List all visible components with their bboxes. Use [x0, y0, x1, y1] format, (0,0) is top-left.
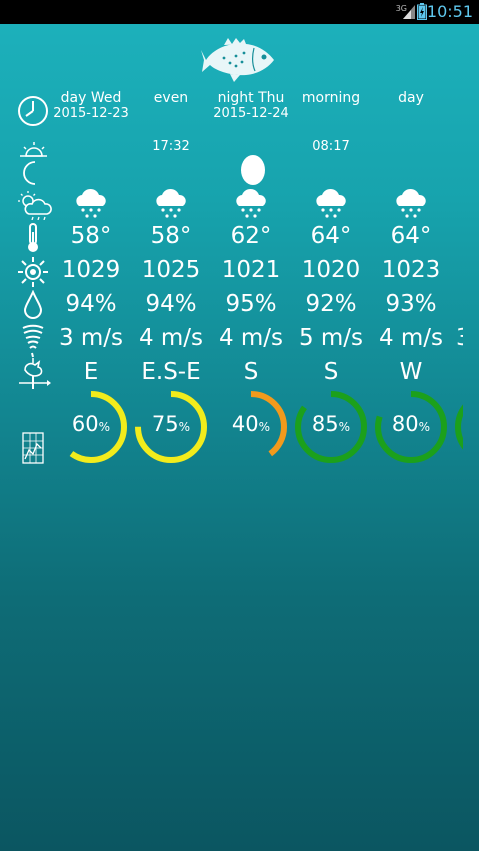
bite-label: 40% [206, 412, 296, 436]
wind-speed-value: 4 m/s [218, 325, 284, 351]
wind-speed-partial-value: 3 [456, 325, 463, 351]
header-label: night Thu [217, 90, 285, 106]
status-bar: 3G 10:51 [0, 0, 479, 24]
bite-value: 40 [231, 412, 259, 436]
humidity-value: 94% [65, 291, 117, 317]
rain-icon [156, 188, 186, 218]
column-header[interactable]: day [366, 90, 456, 106]
column-header[interactable]: day Wed 2015-12-23 [46, 90, 136, 121]
sunset-time: 17:32 [152, 139, 190, 154]
pressure-value: 1020 [301, 257, 361, 283]
bite-unit: % [178, 420, 191, 434]
pressure-value: 1023 [381, 257, 441, 283]
status-time: 10:51 [426, 2, 473, 21]
bite-value: 75 [151, 412, 179, 436]
header-label: even [153, 90, 189, 106]
header-label: day Wed [60, 90, 122, 106]
wind-speed-value: 4 m/s [138, 325, 204, 351]
clock-icon [18, 96, 48, 126]
pressure-icon [18, 257, 48, 287]
thermometer-icon [28, 223, 38, 252]
wind-speed-partial: 3 [456, 325, 463, 351]
bite-unit: % [98, 420, 111, 434]
bite-unit: % [258, 420, 271, 434]
column-header[interactable]: even [126, 90, 216, 106]
rain-icon [396, 188, 426, 218]
bite-unit: % [338, 420, 351, 434]
sunrise-time: 08:17 [312, 139, 350, 154]
temperature-value: 64° [310, 223, 352, 249]
bite-unit: % [418, 420, 431, 434]
header-label: morning [301, 90, 361, 106]
moon-phase-icon [241, 155, 265, 185]
signal-icon [403, 5, 415, 19]
bite-ring-partial [455, 404, 463, 450]
rain-icon [236, 188, 266, 218]
sunrise-sunset-icon [20, 142, 47, 185]
rain-icon [76, 188, 106, 218]
bite-label: 75% [126, 412, 216, 436]
wind-speed-value: 3 m/s [58, 325, 124, 351]
humidity-value: 92% [305, 291, 357, 317]
column-header[interactable]: morning [286, 90, 376, 106]
bite-value: 80 [391, 412, 419, 436]
bite-label: 60% [46, 412, 136, 436]
wind-speed-value: 5 m/s [298, 325, 364, 351]
humidity-value: 95% [225, 291, 277, 317]
temperature-value: 62° [230, 223, 272, 249]
temperature-value: 58° [150, 223, 192, 249]
fish-logo-icon[interactable] [200, 38, 278, 84]
bite-label: 85% [286, 412, 376, 436]
wind-speed-value: 4 m/s [378, 325, 444, 351]
rain-icon [316, 188, 346, 218]
weather-icon [18, 191, 52, 220]
bite-value: 60 [71, 412, 99, 436]
bite-label: 80% [366, 412, 456, 436]
battery-icon [417, 3, 427, 20]
pressure-value: 1021 [221, 257, 281, 283]
header-date: 2015-12-23 [53, 106, 129, 121]
header-label: day [398, 90, 424, 106]
droplet-icon [23, 290, 43, 319]
column-header[interactable]: night Thu 2015-12-24 [206, 90, 296, 121]
header-date: 2015-12-24 [213, 106, 289, 121]
humidity-value: 94% [145, 291, 197, 317]
pressure-value: 1025 [141, 257, 201, 283]
tornado-icon [22, 324, 44, 358]
temperature-value: 64° [390, 223, 432, 249]
temperature-value: 58° [70, 223, 112, 249]
pressure-value: 1029 [61, 257, 121, 283]
humidity-value: 93% [385, 291, 437, 317]
bite-value: 85 [311, 412, 339, 436]
